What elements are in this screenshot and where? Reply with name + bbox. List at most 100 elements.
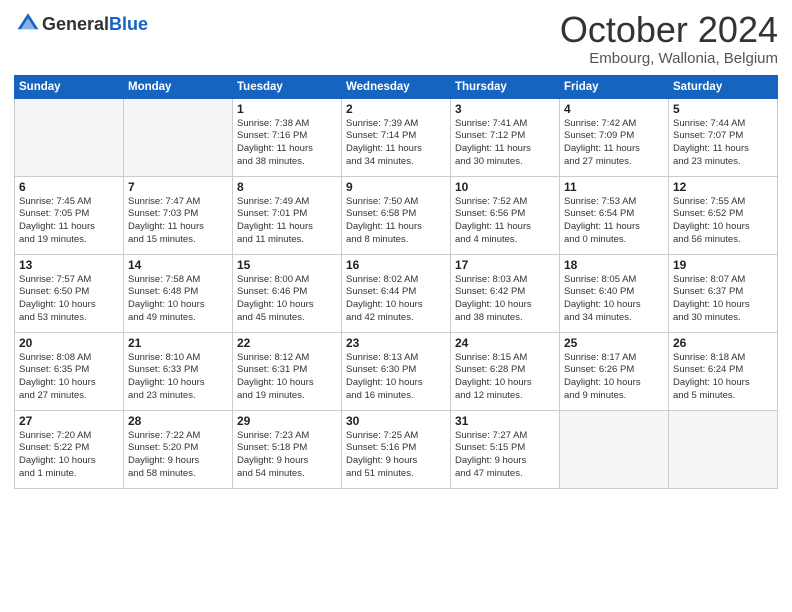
weekday-header-monday: Monday — [124, 75, 233, 98]
week-row-4: 27 Sunrise: 7:20 AM Sunset: 5:22 PM Dayl… — [15, 410, 778, 488]
weekday-header-saturday: Saturday — [669, 75, 778, 98]
day-number: 11 — [564, 180, 664, 194]
daylight-text: Daylight: 9 hours — [346, 455, 446, 468]
calendar-cell — [124, 98, 233, 176]
sunrise-text: Sunrise: 8:02 AM — [346, 274, 446, 287]
daylight-text: Daylight: 10 hours — [673, 221, 773, 234]
day-number: 10 — [455, 180, 555, 194]
day-number: 23 — [346, 336, 446, 350]
sunrise-text: Sunrise: 7:27 AM — [455, 430, 555, 443]
day-number: 24 — [455, 336, 555, 350]
daylight-text2: and 5 minutes. — [673, 390, 773, 403]
daylight-text2: and 56 minutes. — [673, 234, 773, 247]
calendar-cell: 15 Sunrise: 8:00 AM Sunset: 6:46 PM Dayl… — [233, 254, 342, 332]
daylight-text2: and 16 minutes. — [346, 390, 446, 403]
day-number: 27 — [19, 414, 119, 428]
day-number: 14 — [128, 258, 228, 272]
day-number: 21 — [128, 336, 228, 350]
sunrise-text: Sunrise: 7:53 AM — [564, 196, 664, 209]
daylight-text: Daylight: 11 hours — [128, 221, 228, 234]
calendar-cell: 5 Sunrise: 7:44 AM Sunset: 7:07 PM Dayli… — [669, 98, 778, 176]
calendar-cell: 13 Sunrise: 7:57 AM Sunset: 6:50 PM Dayl… — [15, 254, 124, 332]
calendar-cell — [669, 410, 778, 488]
day-number: 22 — [237, 336, 337, 350]
sunset-text: Sunset: 7:01 PM — [237, 208, 337, 221]
sunrise-text: Sunrise: 8:18 AM — [673, 352, 773, 365]
day-number: 16 — [346, 258, 446, 272]
month-title: October 2024 — [560, 10, 778, 50]
calendar-cell: 26 Sunrise: 8:18 AM Sunset: 6:24 PM Dayl… — [669, 332, 778, 410]
daylight-text: Daylight: 10 hours — [673, 377, 773, 390]
daylight-text2: and 19 minutes. — [19, 234, 119, 247]
sunset-text: Sunset: 5:20 PM — [128, 442, 228, 455]
daylight-text: Daylight: 10 hours — [346, 377, 446, 390]
daylight-text2: and 4 minutes. — [455, 234, 555, 247]
header: GeneralBlue October 2024 Embourg, Wallon… — [14, 10, 778, 67]
daylight-text: Daylight: 11 hours — [455, 221, 555, 234]
daylight-text2: and 51 minutes. — [346, 468, 446, 481]
sunrise-text: Sunrise: 8:17 AM — [564, 352, 664, 365]
daylight-text2: and 34 minutes. — [564, 312, 664, 325]
calendar-cell: 10 Sunrise: 7:52 AM Sunset: 6:56 PM Dayl… — [451, 176, 560, 254]
sunrise-text: Sunrise: 7:25 AM — [346, 430, 446, 443]
day-number: 20 — [19, 336, 119, 350]
calendar-cell: 2 Sunrise: 7:39 AM Sunset: 7:14 PM Dayli… — [342, 98, 451, 176]
day-number: 25 — [564, 336, 664, 350]
day-number: 17 — [455, 258, 555, 272]
calendar-cell: 1 Sunrise: 7:38 AM Sunset: 7:16 PM Dayli… — [233, 98, 342, 176]
calendar-cell: 8 Sunrise: 7:49 AM Sunset: 7:01 PM Dayli… — [233, 176, 342, 254]
daylight-text: Daylight: 10 hours — [19, 455, 119, 468]
calendar-cell: 22 Sunrise: 8:12 AM Sunset: 6:31 PM Dayl… — [233, 332, 342, 410]
sunrise-text: Sunrise: 8:07 AM — [673, 274, 773, 287]
page: GeneralBlue October 2024 Embourg, Wallon… — [0, 0, 792, 612]
calendar-cell: 3 Sunrise: 7:41 AM Sunset: 7:12 PM Dayli… — [451, 98, 560, 176]
day-number: 13 — [19, 258, 119, 272]
daylight-text2: and 0 minutes. — [564, 234, 664, 247]
sunrise-text: Sunrise: 8:03 AM — [455, 274, 555, 287]
calendar-cell: 29 Sunrise: 7:23 AM Sunset: 5:18 PM Dayl… — [233, 410, 342, 488]
calendar-cell: 18 Sunrise: 8:05 AM Sunset: 6:40 PM Dayl… — [560, 254, 669, 332]
daylight-text2: and 8 minutes. — [346, 234, 446, 247]
daylight-text2: and 53 minutes. — [19, 312, 119, 325]
sunrise-text: Sunrise: 7:45 AM — [19, 196, 119, 209]
calendar-cell: 4 Sunrise: 7:42 AM Sunset: 7:09 PM Dayli… — [560, 98, 669, 176]
daylight-text2: and 54 minutes. — [237, 468, 337, 481]
calendar-cell: 23 Sunrise: 8:13 AM Sunset: 6:30 PM Dayl… — [342, 332, 451, 410]
calendar-cell: 31 Sunrise: 7:27 AM Sunset: 5:15 PM Dayl… — [451, 410, 560, 488]
calendar-cell: 7 Sunrise: 7:47 AM Sunset: 7:03 PM Dayli… — [124, 176, 233, 254]
daylight-text2: and 27 minutes. — [564, 156, 664, 169]
daylight-text: Daylight: 10 hours — [19, 299, 119, 312]
daylight-text2: and 1 minute. — [19, 468, 119, 481]
daylight-text: Daylight: 10 hours — [237, 377, 337, 390]
daylight-text2: and 9 minutes. — [564, 390, 664, 403]
sunset-text: Sunset: 6:37 PM — [673, 286, 773, 299]
sunrise-text: Sunrise: 8:13 AM — [346, 352, 446, 365]
daylight-text2: and 12 minutes. — [455, 390, 555, 403]
daylight-text: Daylight: 9 hours — [455, 455, 555, 468]
day-number: 28 — [128, 414, 228, 428]
daylight-text: Daylight: 9 hours — [128, 455, 228, 468]
weekday-header-row: SundayMondayTuesdayWednesdayThursdayFrid… — [15, 75, 778, 98]
sunrise-text: Sunrise: 8:08 AM — [19, 352, 119, 365]
day-number: 3 — [455, 102, 555, 116]
sunset-text: Sunset: 6:44 PM — [346, 286, 446, 299]
daylight-text2: and 15 minutes. — [128, 234, 228, 247]
day-number: 26 — [673, 336, 773, 350]
sunset-text: Sunset: 6:31 PM — [237, 364, 337, 377]
sunrise-text: Sunrise: 7:44 AM — [673, 118, 773, 131]
daylight-text2: and 34 minutes. — [346, 156, 446, 169]
sunset-text: Sunset: 5:18 PM — [237, 442, 337, 455]
calendar-table: SundayMondayTuesdayWednesdayThursdayFrid… — [14, 75, 778, 489]
daylight-text: Daylight: 10 hours — [128, 377, 228, 390]
sunset-text: Sunset: 6:50 PM — [19, 286, 119, 299]
weekday-header-wednesday: Wednesday — [342, 75, 451, 98]
day-number: 30 — [346, 414, 446, 428]
calendar-cell — [560, 410, 669, 488]
sunset-text: Sunset: 6:56 PM — [455, 208, 555, 221]
calendar-cell: 20 Sunrise: 8:08 AM Sunset: 6:35 PM Dayl… — [15, 332, 124, 410]
day-number: 1 — [237, 102, 337, 116]
sunset-text: Sunset: 6:35 PM — [19, 364, 119, 377]
sunset-text: Sunset: 6:24 PM — [673, 364, 773, 377]
weekday-header-tuesday: Tuesday — [233, 75, 342, 98]
daylight-text: Daylight: 10 hours — [346, 299, 446, 312]
